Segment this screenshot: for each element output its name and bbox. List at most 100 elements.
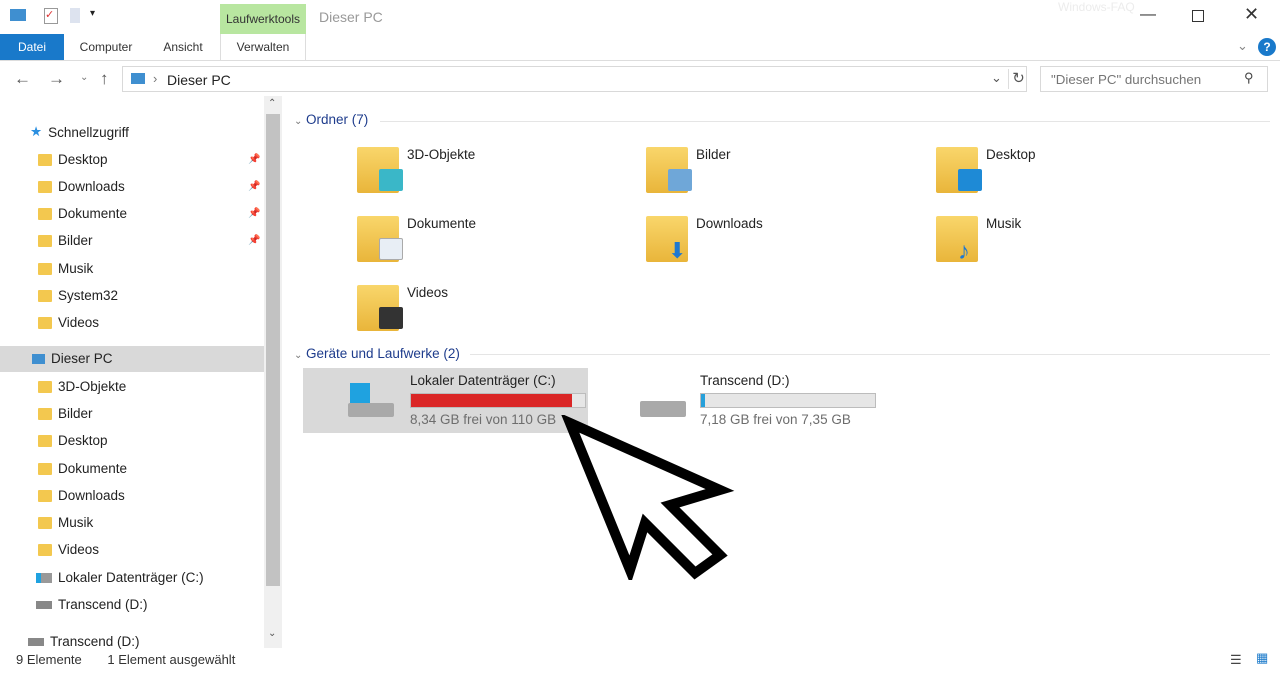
watermark: Windows-FAQ <box>1058 0 1135 14</box>
drive-icon <box>36 572 52 583</box>
folder-icon <box>38 262 52 275</box>
refresh-button[interactable]: ↻ <box>1008 69 1028 89</box>
sidebar-item-3d-objekte[interactable]: 3D-Objekte <box>38 379 126 394</box>
usage-bar <box>410 393 586 408</box>
sidebar-item-desktop[interactable]: Desktop <box>38 433 108 448</box>
scroll-up-icon[interactable]: ⌃ <box>268 98 276 109</box>
folder-bilder[interactable]: Bilder <box>646 147 731 193</box>
folder-icon <box>38 380 52 393</box>
scrollbar-thumb[interactable] <box>266 114 280 586</box>
expand-ribbon-icon[interactable]: ⌄ <box>1237 38 1248 54</box>
address-bar[interactable]: › Dieser PC ⌄ ↻ <box>122 66 1027 92</box>
help-icon[interactable]: ? <box>1258 38 1276 56</box>
address-dropdown-icon[interactable]: ⌄ <box>991 70 1002 86</box>
drive-icon <box>36 600 52 609</box>
sidebar-item-musik[interactable]: Musik <box>38 261 93 276</box>
sidebar-item-transcend[interactable]: Transcend (D:) <box>28 634 140 649</box>
folder-icon <box>38 234 52 247</box>
pc-icon <box>10 9 26 21</box>
breadcrumb-dieser-pc[interactable]: Dieser PC <box>167 72 231 88</box>
sidebar-item-bilder[interactable]: Bilder <box>38 406 93 421</box>
sidebar-item-videos[interactable]: Videos <box>38 315 99 330</box>
ribbon-divider <box>0 60 1280 61</box>
properties-icon[interactable]: ✓ <box>44 8 58 24</box>
maximize-button[interactable] <box>1192 10 1204 22</box>
customize-toolbar-icon[interactable]: ▾ <box>90 8 95 19</box>
folder-icon <box>38 153 52 166</box>
sidebar-item-drive-c[interactable]: Lokaler Datenträger (C:) <box>36 570 204 585</box>
pictures-icon <box>646 147 692 193</box>
group-divider <box>380 121 1270 122</box>
sidebar-item-desktop[interactable]: Desktop <box>38 152 108 167</box>
desktop-icon <box>936 147 982 193</box>
folder-icon <box>38 289 52 302</box>
cursor-arrow-annotation <box>561 415 735 580</box>
up-button[interactable]: ↑ <box>100 69 109 89</box>
breadcrumb-separator-icon: › <box>153 71 158 86</box>
item-count: 9 Elemente <box>16 652 82 667</box>
forward-button[interactable]: → <box>48 69 65 89</box>
folder-icon <box>38 462 52 475</box>
pin-icon: 📌 <box>248 181 261 192</box>
sidebar-item-dokumente[interactable]: Dokumente <box>38 206 127 221</box>
folder-desktop[interactable]: Desktop <box>936 147 1036 193</box>
sidebar-item-downloads[interactable]: Downloads <box>38 488 125 503</box>
folder-icon <box>38 489 52 502</box>
sidebar-item-bilder[interactable]: Bilder <box>38 233 93 248</box>
tab-ansicht[interactable]: Ansicht <box>150 34 216 60</box>
usage-bar-fill <box>411 394 572 407</box>
folder-downloads[interactable]: ⬇ Downloads <box>646 216 763 263</box>
sidebar-item-drive-d[interactable]: Transcend (D:) <box>36 597 148 612</box>
folder-dokumente[interactable]: Dokumente <box>357 216 476 262</box>
drive-label: Transcend (D:) <box>700 373 790 388</box>
star-icon: ★ <box>30 124 43 139</box>
folder-musik[interactable]: ♪ Musik <box>936 216 1021 265</box>
folder-icon <box>38 207 52 220</box>
sidebar-item-videos[interactable]: Videos <box>38 542 99 557</box>
collapse-icon: ⌄ <box>294 116 303 127</box>
search-icon: ⚲ <box>1244 70 1254 85</box>
drives-group-header[interactable]: ⌄ Geräte und Laufwerke (2) <box>294 346 460 361</box>
pin-icon: 📌 <box>248 208 261 219</box>
scroll-down-icon[interactable]: ⌄ <box>268 628 276 639</box>
sidebar-item-dieser-pc[interactable]: Dieser PC <box>32 351 113 366</box>
new-folder-icon[interactable] <box>70 8 80 23</box>
drive-icon <box>28 637 44 646</box>
details-view-icon[interactable]: ☰ <box>1230 652 1242 668</box>
title-bar: ✓ ▾ Laufwerktools Dieser PC Windows-FAQ … <box>0 0 1280 34</box>
navigation-pane: ★ Schnellzugriff Desktop Downloads Dokume… <box>0 96 282 649</box>
downloads-icon: ⬇ <box>646 216 688 263</box>
selection-count: 1 Element ausgewählt <box>107 652 236 667</box>
recent-locations-icon[interactable]: ⌄ <box>80 72 88 83</box>
status-bar: 9 Elemente 1 Element ausgewählt <box>16 652 235 667</box>
folder-icon <box>38 407 52 420</box>
collapse-icon: ⌄ <box>294 350 303 361</box>
folders-group-header[interactable]: ⌄ Ordner (7) <box>294 112 368 127</box>
large-icons-view-icon[interactable]: ▦ <box>1256 650 1268 666</box>
pin-icon: 📌 <box>248 154 261 165</box>
3d-objects-icon <box>357 147 403 193</box>
tab-verwalten[interactable]: Verwalten <box>220 34 306 60</box>
documents-icon <box>357 216 403 262</box>
drive-label: Lokaler Datenträger (C:) <box>410 373 556 388</box>
sidebar-item-schnellzugriff[interactable]: ★ Schnellzugriff <box>30 124 129 140</box>
sidebar-item-system32[interactable]: System32 <box>38 288 118 303</box>
tab-computer[interactable]: Computer <box>68 34 144 60</box>
tab-datei[interactable]: Datei <box>0 34 64 60</box>
pc-icon <box>131 73 145 84</box>
back-button[interactable]: ← <box>14 69 31 89</box>
music-icon: ♪ <box>936 216 978 265</box>
minimize-button[interactable]: — <box>1140 6 1156 24</box>
scrollbar[interactable]: ⌃ ⌄ <box>264 96 282 648</box>
drive-c[interactable]: Lokaler Datenträger (C:) 8,34 GB frei vo… <box>348 373 586 427</box>
folder-3d-objekte[interactable]: 3D-Objekte <box>357 147 475 193</box>
sidebar-item-downloads[interactable]: Downloads <box>38 179 125 194</box>
close-button[interactable]: ✕ <box>1244 4 1259 25</box>
pc-icon <box>32 353 45 364</box>
search-input[interactable] <box>1040 66 1268 92</box>
folder-icon <box>38 543 52 556</box>
sidebar-item-musik[interactable]: Musik <box>38 515 93 530</box>
folder-videos[interactable]: Videos <box>357 285 448 331</box>
pin-icon: 📌 <box>248 235 261 246</box>
sidebar-item-dokumente[interactable]: Dokumente <box>38 461 127 476</box>
